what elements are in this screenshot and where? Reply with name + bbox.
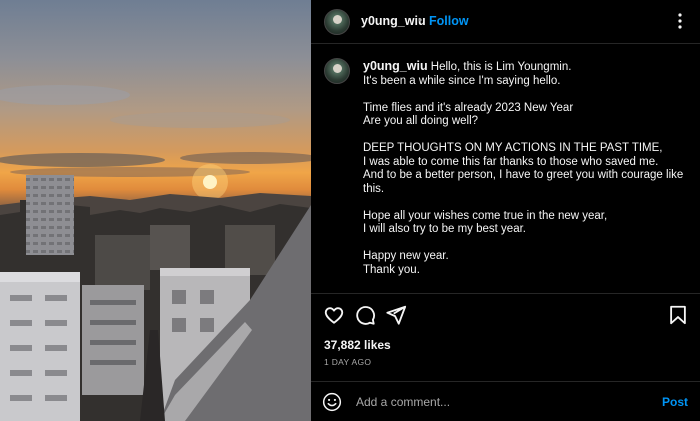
caption-paragraph: Hope all your wishes come true in the ne… [363,210,688,237]
caption-line: Happy new year. [363,250,449,262]
caption-scroll-area[interactable]: y0ung_wiu Hello, this is Lim Youngmin. I… [311,45,700,294]
caption-paragraph: Happy new year. Thank you. [363,250,688,277]
caption-line: I was able to come this far thanks to th… [363,155,659,168]
post-photo[interactable] [0,0,311,421]
post-caption: y0ung_wiu Hello, this is Lim Youngmin. I… [363,59,688,291]
caption-line: Hope all your wishes come true in the ne… [363,209,608,222]
avatar[interactable] [324,9,350,35]
caption-username[interactable]: y0ung_wiu [363,59,428,73]
caption-line: Are you all doing well? [363,115,479,127]
sunset-cityscape-image [0,85,311,421]
post-header: y0ung_wiu • Follow [311,0,700,44]
follow-button[interactable]: Follow [429,14,469,28]
caption-line: Hello, this is Lim Youngmin. [430,61,572,73]
caption-line: Time flies and it's already 2023 New Yea… [363,101,574,114]
caption-line: And to be a better person, I have to gre… [363,169,684,195]
bookmark-icon[interactable] [667,304,689,326]
caption-line: I will also try to be my best year. [363,223,526,235]
emoji-icon[interactable] [322,392,342,412]
caption-paragraph: DEEP THOUGHTS ON MY ACTIONS IN THE PAST … [363,142,688,196]
post-comment-button[interactable]: Post [662,395,688,409]
caption-avatar[interactable] [324,58,350,84]
caption-line: Thank you. [363,263,420,276]
caption-line: DEEP THOUGHTS ON MY ACTIONS IN THE PAST … [363,142,663,154]
caption-line: It's been a while since I'm saying hello… [363,74,561,87]
post-dialog: y0ung_wiu • Follow y0ung_wiu Hello, this… [0,0,700,421]
comment-icon[interactable] [354,304,376,326]
action-bar [311,300,700,330]
share-icon[interactable] [385,304,407,326]
caption-paragraph: y0ung_wiu Hello, this is Lim Youngmin. I… [363,59,688,88]
heart-icon[interactable] [323,304,345,326]
likes-count[interactable]: 37,882 likes [324,338,391,352]
comment-bar: Post [311,381,700,421]
more-options-icon[interactable] [672,12,688,30]
separator-dot: • [418,13,423,27]
caption-paragraph: Time flies and it's already 2023 New Yea… [363,102,688,129]
post-date[interactable]: 1 DAY AGO [324,357,371,367]
comment-input[interactable] [354,391,648,413]
post-details-panel: y0ung_wiu • Follow y0ung_wiu Hello, this… [311,0,700,421]
header-username[interactable]: y0ung_wiu [361,14,426,28]
